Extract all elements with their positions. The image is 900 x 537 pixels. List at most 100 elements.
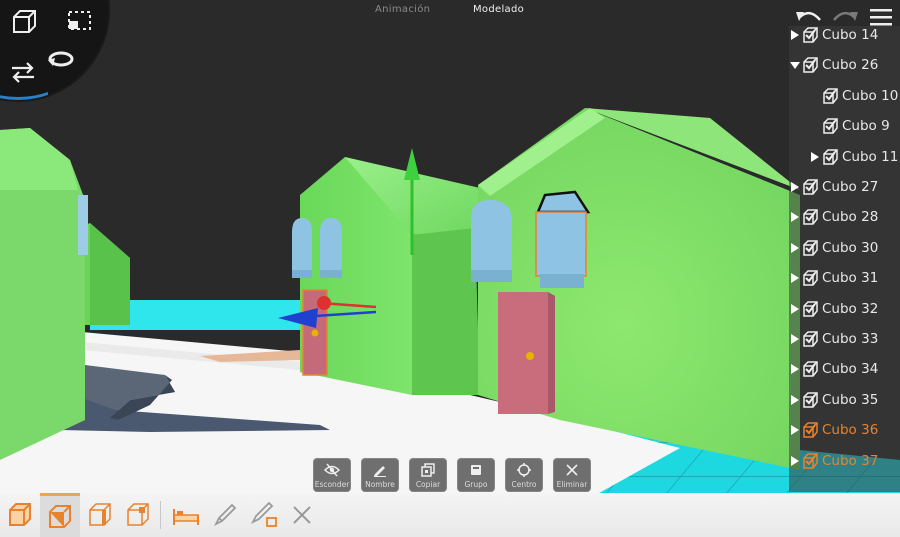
outliner-item-label: Cubo 37	[822, 452, 879, 469]
cube-object-icon	[803, 361, 818, 378]
cube-object-icon	[803, 270, 818, 286]
cube-object-icon	[803, 209, 818, 226]
expand-arrow-icon[interactable]	[790, 394, 800, 406]
cube-view-icon[interactable]	[10, 8, 38, 36]
cube-object-icon	[823, 118, 838, 134]
cube-object-icon	[803, 57, 818, 74]
outliner-item[interactable]: Cubo 36	[789, 415, 900, 445]
vertex-mode-button[interactable]	[118, 493, 158, 537]
expand-arrow-icon[interactable]	[790, 455, 800, 467]
object-mode-button[interactable]	[0, 493, 40, 537]
expand-arrow-icon[interactable]	[790, 181, 800, 193]
group-icon	[471, 465, 481, 475]
expand-arrow-icon[interactable]	[790, 272, 800, 284]
undo-icon[interactable]	[794, 6, 824, 28]
copy-icon	[421, 463, 435, 477]
3d-viewport[interactable]	[0, 0, 900, 537]
grupo-button[interactable]: Grupo	[457, 458, 495, 492]
outliner-item-label: Cubo 10	[842, 87, 899, 104]
outliner-item[interactable]: Cubo 34	[789, 354, 900, 384]
furniture-button[interactable]	[166, 493, 206, 537]
expand-arrow-icon[interactable]	[790, 424, 800, 436]
redo-icon[interactable]	[830, 6, 860, 28]
copiar-button[interactable]: Copiar	[409, 458, 447, 492]
outliner-item[interactable]: Cubo 35	[789, 385, 900, 415]
outliner-item-label: Cubo 14	[822, 27, 879, 43]
cube-object-icon	[803, 452, 818, 469]
esconder-button[interactable]: Esconder	[313, 458, 351, 492]
outliner-item-label: Cubo 28	[822, 209, 879, 226]
expand-arrow-icon[interactable]	[790, 363, 800, 375]
expand-arrow-icon[interactable]	[790, 242, 800, 254]
action-bar: Esconder Nombre Copiar Grupo Centro Elim…	[313, 458, 591, 492]
cube-object-icon	[803, 392, 818, 408]
vertex-mode-icon	[127, 503, 149, 526]
outliner-item-label: Cubo 26	[822, 57, 879, 74]
hamburger-menu-icon[interactable]	[868, 6, 894, 28]
tab-modelado[interactable]: Modelado	[473, 4, 524, 15]
cube-object-icon	[803, 422, 818, 438]
outliner-item-label: Cubo 31	[822, 270, 879, 287]
app-window: Animación Modelado Cubo 14 Cubo 26 Cubo …	[0, 0, 900, 537]
edge-mode-icon	[89, 503, 111, 526]
outliner-item[interactable]: Cubo 9	[789, 111, 900, 141]
nombre-button[interactable]: Nombre	[361, 458, 399, 492]
paint-brush-icon	[250, 501, 277, 527]
outliner-item[interactable]: Cubo 37	[789, 446, 900, 476]
face-mode-icon	[49, 504, 71, 528]
outliner-item[interactable]: Cubo 33	[789, 324, 900, 354]
eliminar-label: Eliminar	[556, 480, 588, 489]
expand-arrow-icon[interactable]	[810, 151, 820, 163]
collapse-arrow-icon[interactable]	[790, 59, 800, 71]
outliner-item[interactable]: Cubo 31	[789, 263, 900, 293]
scene-outliner[interactable]: Cubo 14 Cubo 26 Cubo 10 Cubo 9 Cubo 11 Cubo 2…	[789, 26, 900, 492]
frame-selection-icon[interactable]	[67, 10, 93, 32]
bottom-toolbar	[0, 493, 900, 537]
outliner-item[interactable]: Cubo 27	[789, 172, 900, 202]
outliner-item-label: Cubo 33	[822, 331, 879, 347]
outliner-item[interactable]: Cubo 10	[789, 81, 900, 111]
cube-object-icon	[803, 27, 818, 43]
outliner-item[interactable]: Cubo 30	[789, 233, 900, 263]
eliminar-button[interactable]: Eliminar	[553, 458, 591, 492]
brush-button[interactable]	[205, 493, 245, 537]
cube-object-icon	[823, 88, 838, 104]
outliner-item-label: Cubo 34	[822, 361, 879, 378]
eye-slash-icon	[324, 463, 340, 477]
outliner-item-label: Cubo 27	[822, 179, 879, 195]
close-icon	[293, 506, 311, 524]
copiar-label: Copiar	[415, 480, 441, 489]
outliner-item-label: Cubo 30	[822, 239, 879, 256]
bed-furniture-icon	[173, 509, 199, 525]
expand-arrow-icon[interactable]	[790, 333, 800, 345]
outliner-item-label: Cubo 32	[822, 300, 879, 317]
close-icon	[566, 464, 578, 476]
cube-object-icon	[823, 148, 838, 165]
outliner-item[interactable]: Cubo 11	[789, 142, 900, 172]
cube-object-icon	[803, 300, 818, 317]
outliner-item[interactable]: Cubo 14	[789, 26, 900, 50]
edge-mode-button[interactable]	[80, 493, 120, 537]
grupo-label: Grupo	[464, 480, 488, 489]
cube-object-icon	[803, 240, 818, 256]
brush-icon	[213, 503, 237, 527]
outliner-item[interactable]: Cubo 28	[789, 202, 900, 232]
rotate-icon[interactable]	[46, 48, 76, 70]
paint-brush-button[interactable]	[244, 493, 284, 537]
face-mode-button[interactable]	[40, 493, 80, 537]
centro-label: Centro	[511, 480, 537, 489]
pencil-icon	[374, 466, 386, 477]
expand-arrow-icon[interactable]	[790, 29, 800, 41]
tree-indent	[810, 120, 820, 132]
expand-arrow-icon[interactable]	[790, 303, 800, 315]
swap-arrows-icon[interactable]	[10, 60, 36, 84]
outliner-item[interactable]: Cubo 26	[789, 50, 900, 80]
outliner-item[interactable]: Cubo 32	[789, 294, 900, 324]
expand-arrow-icon[interactable]	[790, 211, 800, 223]
outliner-item-label: Cubo 36	[822, 422, 879, 439]
tab-animacion[interactable]: Animación	[375, 4, 430, 15]
centro-button[interactable]: Centro	[505, 458, 543, 492]
cancel-tool-button[interactable]	[282, 493, 322, 537]
cube-object-icon	[803, 179, 818, 195]
tree-indent	[810, 90, 820, 102]
